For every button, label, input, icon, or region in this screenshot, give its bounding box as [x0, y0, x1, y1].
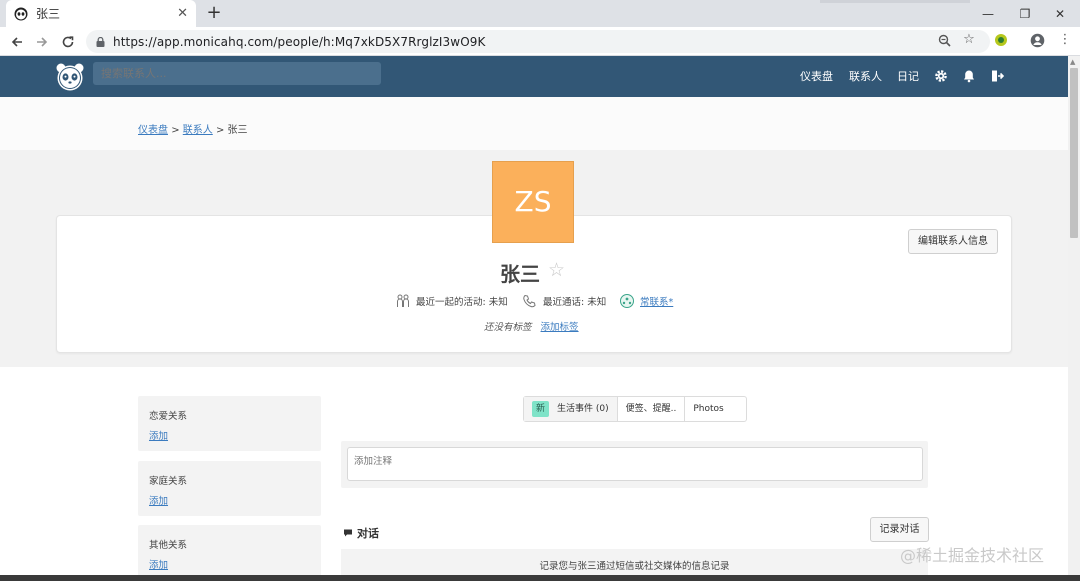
url-field[interactable]: https://app.monicahq.com/people/h:Mq7xkD…	[86, 30, 990, 53]
new-tab-button[interactable]: +	[204, 3, 224, 23]
add-family-relationship-link[interactable]: 添加	[149, 493, 310, 507]
tab-photos[interactable]: Photos	[685, 397, 731, 421]
tab-title: 张三	[36, 7, 61, 21]
window-close-button[interactable]: ✕	[1040, 0, 1080, 27]
new-badge: 新	[532, 401, 550, 417]
edit-contact-button[interactable]: 编辑联系人信息	[908, 229, 998, 254]
restore-button[interactable]: ❐	[1005, 0, 1045, 27]
scroll-up-icon[interactable]: ▲	[1070, 58, 1075, 66]
contact-name: 张三	[500, 262, 540, 286]
relationship-link[interactable]: 常联系*	[640, 294, 673, 308]
tab-life-events[interactable]: 新生活事件 (0)	[524, 397, 618, 421]
tab-notes[interactable]: 便签、提醒..	[618, 397, 686, 421]
nav-contacts[interactable]: 联系人	[849, 56, 882, 97]
conversations-empty-text: 记录您与张三通过短信或社交媒体的信息记录	[539, 561, 730, 572]
no-tags-text: 还没有标签	[484, 322, 532, 333]
nav-journal[interactable]: 日记	[897, 56, 919, 97]
breadcrumb-separator: >	[215, 125, 225, 136]
avatar: ZS	[492, 161, 574, 243]
sidebar-box-title: 家庭关系	[149, 476, 188, 487]
search-input[interactable]	[93, 62, 381, 85]
sidebar-box-love: 恋爱关系 添加	[138, 396, 321, 451]
phone-icon	[523, 294, 536, 308]
relationship-status: 常联系*	[619, 294, 673, 308]
back-arrow-icon[interactable]	[7, 32, 27, 52]
watermark: @稀土掘金技术社区	[900, 546, 1045, 565]
relationship-icon	[620, 294, 634, 308]
breadcrumb-zone: 仪表盘 > 联系人 > 张三	[0, 97, 1068, 150]
tag-row: 还没有标签 添加标签	[484, 319, 579, 333]
panda-logo-icon[interactable]	[55, 62, 85, 92]
sidebar-box-other: 其他关系 添加	[138, 525, 321, 580]
app-header: 仪表盘 联系人 日记	[0, 56, 1068, 97]
favorite-star-icon[interactable]: ☆	[548, 259, 565, 281]
breadcrumb-dashboard-link[interactable]: 仪表盘	[138, 125, 168, 136]
conversations-title: 对话	[357, 527, 379, 540]
menu-dots-icon[interactable]: ⋮	[1055, 30, 1075, 50]
forward-arrow-icon[interactable]	[32, 32, 52, 52]
breadcrumb-separator: >	[171, 125, 180, 136]
nav-dashboard[interactable]: 仪表盘	[800, 56, 833, 97]
tab-close-icon[interactable]: ✕	[177, 6, 188, 21]
last-activity-text: 最近一起的活动: 未知	[416, 297, 508, 308]
reload-icon[interactable]	[58, 32, 78, 52]
people-icon	[397, 294, 409, 307]
address-bar: https://app.monicahq.com/people/h:Mq7xkD…	[0, 27, 1080, 56]
browser-tab-strip: 张三 ✕ + — ❐ ✕	[0, 0, 1080, 27]
bell-icon[interactable]	[962, 69, 976, 83]
note-textarea[interactable]	[347, 447, 923, 481]
conversations-heading: 对话	[343, 525, 379, 541]
chat-bubble-icon	[344, 529, 352, 537]
last-activity: 最近一起的活动: 未知	[395, 294, 508, 308]
scrollbar-thumb[interactable]	[1070, 68, 1078, 238]
add-tag-link[interactable]: 添加标签	[541, 322, 579, 333]
last-call-text: 最近通话: 未知	[543, 297, 607, 308]
account-icon[interactable]	[1027, 30, 1047, 50]
content-tabs: 新生活事件 (0) 便签、提醒.. Photos	[523, 396, 747, 422]
minimize-button[interactable]: —	[968, 0, 1008, 27]
page-scrollbar[interactable]: ▲	[1068, 56, 1080, 581]
add-other-relationship-link[interactable]: 添加	[149, 557, 310, 571]
breadcrumb-current: 张三	[227, 125, 248, 136]
breadcrumb-contacts-link[interactable]: 联系人	[183, 125, 213, 136]
browser-tab[interactable]: 张三 ✕	[6, 0, 196, 27]
lock-icon	[96, 36, 105, 47]
add-love-relationship-link[interactable]: 添加	[149, 428, 310, 442]
url-text: https://app.monicahq.com/people/h:Mq7xkD…	[113, 34, 486, 49]
log-conversation-button[interactable]: 记录对话	[870, 517, 929, 542]
breadcrumb: 仪表盘 > 联系人 > 张三	[138, 121, 248, 136]
logout-icon[interactable]	[990, 69, 1004, 83]
os-taskbar	[0, 575, 1080, 581]
sidebar-box-title: 其他关系	[149, 540, 188, 551]
zoom-icon[interactable]	[934, 30, 954, 50]
last-call: 最近通话: 未知	[522, 294, 606, 308]
tab-life-events-label: 生活事件 (0)	[557, 404, 609, 414]
gear-icon[interactable]	[934, 69, 948, 83]
sidebar-box-family: 家庭关系 添加	[138, 461, 321, 516]
extension-icon[interactable]	[991, 30, 1011, 50]
note-container	[341, 441, 928, 488]
bookmark-star-icon[interactable]: ☆	[959, 30, 979, 50]
panda-favicon-icon	[14, 7, 28, 20]
sidebar-box-title: 恋爱关系	[149, 411, 188, 422]
window-drag-area[interactable]	[820, 0, 970, 3]
